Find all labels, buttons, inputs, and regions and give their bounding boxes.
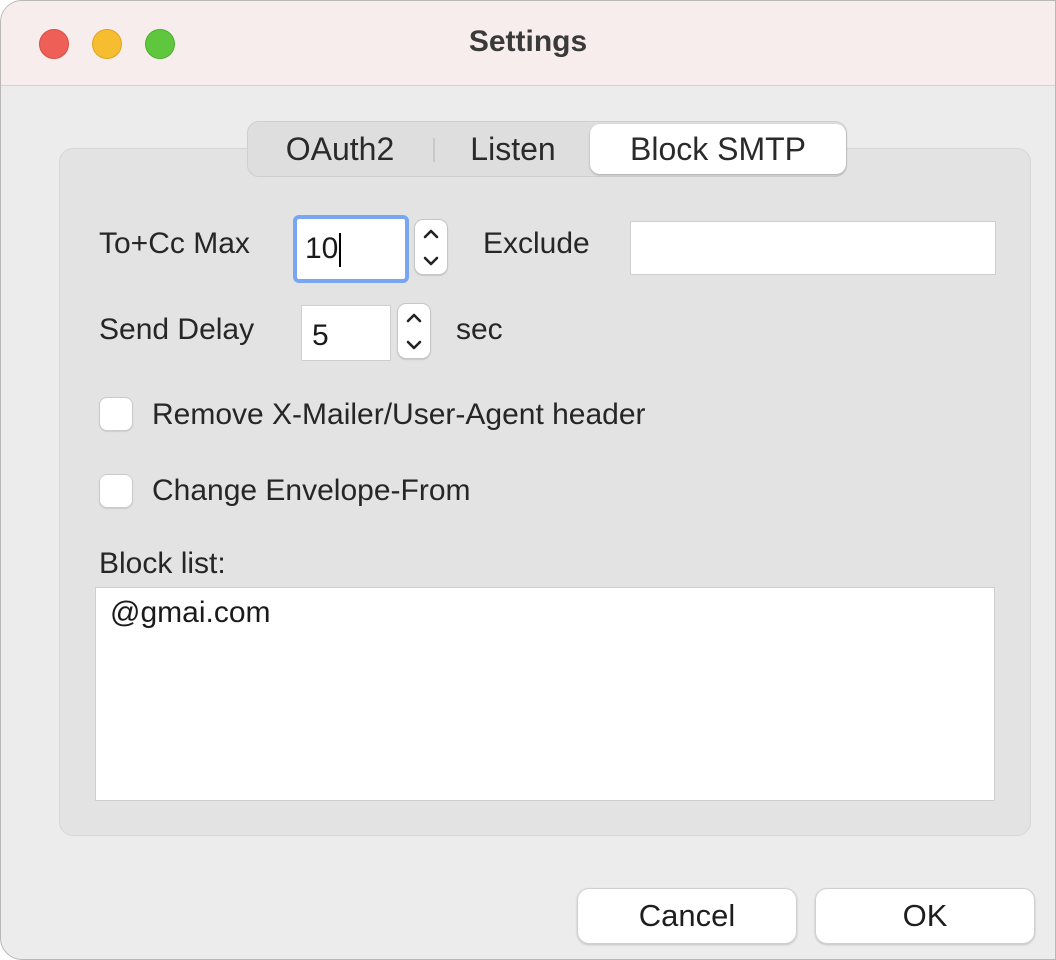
change-envelope-from-label[interactable]: Change Envelope-From [152, 474, 471, 508]
tab-bar: OAuth2 Listen Block SMTP [247, 121, 847, 177]
send-delay-decrement[interactable] [398, 331, 430, 358]
remove-xmailer-label[interactable]: Remove X-Mailer/User-Agent header [152, 398, 646, 432]
settings-window: Settings OAuth2 Listen Block SMTP To+Cc … [0, 0, 1056, 960]
ok-button[interactable]: OK [815, 888, 1035, 944]
remove-xmailer-checkbox[interactable] [99, 397, 133, 431]
window-title: Settings [468, 25, 588, 58]
chevron-up-icon [423, 229, 439, 238]
tab-listen[interactable]: Listen [438, 122, 588, 176]
chevron-down-icon [406, 340, 422, 349]
chevron-down-icon [423, 256, 439, 265]
chevron-up-icon [406, 313, 422, 322]
to-cc-max-label: To+Cc Max [99, 227, 250, 260]
tab-block-smtp[interactable]: Block SMTP [590, 124, 846, 174]
tab-oauth2[interactable]: OAuth2 [248, 122, 432, 176]
text-caret [339, 233, 342, 268]
to-cc-max-stepper[interactable] [414, 219, 448, 275]
send-delay-increment[interactable] [398, 304, 430, 331]
change-envelope-from-checkbox[interactable] [99, 474, 133, 508]
send-delay-label: Send Delay [99, 313, 255, 346]
send-delay-stepper[interactable] [397, 303, 431, 359]
to-cc-max-decrement[interactable] [415, 247, 447, 274]
send-delay-input[interactable]: 5 [301, 305, 391, 361]
exclude-input[interactable] [630, 221, 996, 275]
send-delay-unit: sec [456, 313, 503, 346]
cancel-button[interactable]: Cancel [577, 888, 797, 944]
tab-separator [433, 138, 435, 162]
block-list-textarea[interactable]: @gmai.com [95, 587, 995, 801]
title-bar[interactable]: Settings [1, 1, 1055, 86]
to-cc-max-value: 10 [305, 232, 339, 265]
to-cc-max-increment[interactable] [415, 220, 447, 247]
exclude-label: Exclude [483, 227, 590, 260]
to-cc-max-input[interactable]: 10 [293, 215, 409, 283]
block-list-label: Block list: [99, 547, 226, 580]
